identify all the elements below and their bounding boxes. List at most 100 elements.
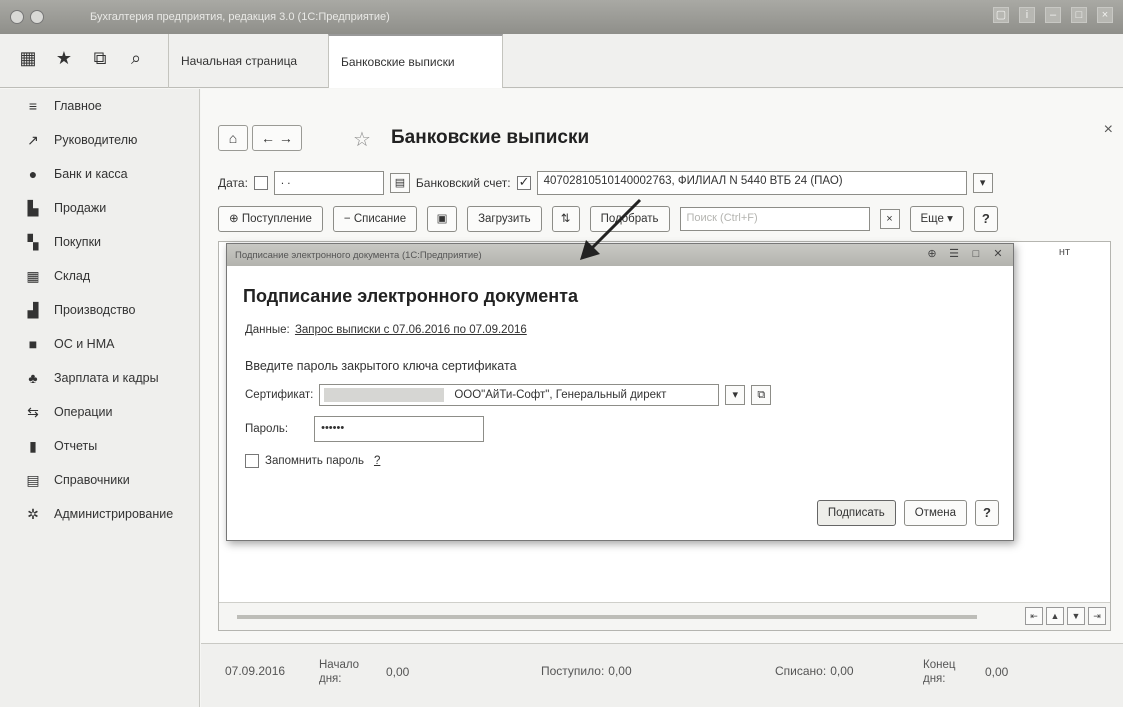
certificate-open-icon[interactable]: ⧉ <box>751 385 772 405</box>
password-prompt: Введите пароль закрытого ключа сертифика… <box>245 359 517 373</box>
sidebar-item[interactable]: ≡ Главное <box>0 89 199 123</box>
sidebar-item[interactable]: ♣ Зарплата и кадры <box>0 361 199 395</box>
sidebar-item-label: Склад <box>54 269 91 283</box>
last-page-icon[interactable]: ⇥ <box>1088 607 1106 625</box>
dialog-link-icon[interactable]: ⊕ <box>925 247 939 261</box>
certificate-value: ООО"АйТи-Софт", Генеральный директ <box>454 389 667 401</box>
apps-grid-icon[interactable]: ▦ <box>18 48 38 69</box>
sidebar-item-label: Справочники <box>54 473 130 487</box>
factory-icon: ▟ <box>27 301 39 318</box>
sidebar-item[interactable]: ● Банк и касса <box>0 157 199 191</box>
sidebar-item[interactable]: ✲ Администрирование <box>0 497 199 531</box>
certificate-field[interactable]: ООО"АйТи-Софт", Генеральный директ <box>319 384 720 406</box>
warehouse-icon: ▦ <box>26 267 40 284</box>
tab-home[interactable]: Начальная страница <box>168 34 328 88</box>
password-label: Пароль: <box>245 423 289 435</box>
certificate-row: Сертификат: ООО"АйТи-Софт", Генеральный … <box>245 384 772 406</box>
application-window: Бухгалтерия предприятия, редакция 3.0 (1… <box>0 0 1123 707</box>
account-checkbox[interactable] <box>516 174 531 190</box>
password-field[interactable]: •••••• <box>314 416 485 442</box>
sidebar-item[interactable]: ▟ Производство <box>0 293 199 327</box>
sidebar-item[interactable]: ■ ОС и НМА <box>0 327 199 361</box>
clear-search-icon[interactable]: × <box>879 209 900 229</box>
copy-icon[interactable]: ▣ <box>427 206 458 232</box>
calendar-icon[interactable]: ▤ <box>389 173 410 193</box>
info-icon[interactable]: i <box>1019 7 1035 23</box>
sidebar-item[interactable]: ▚ Покупки <box>0 225 199 259</box>
sign-button[interactable]: Подписать <box>816 500 896 526</box>
home-button[interactable]: ⌂ <box>218 125 248 151</box>
remember-password-row: Запомнить пароль ? <box>245 454 380 468</box>
operations-icon: ⇆ <box>27 403 39 420</box>
next-page-icon[interactable]: ▼ <box>1067 607 1085 625</box>
sidebar-item[interactable]: ▙ Продажи <box>0 191 199 225</box>
horizontal-scrollbar[interactable] <box>237 615 977 619</box>
close-window-button[interactable]: × <box>1097 7 1113 23</box>
date-checkbox[interactable] <box>253 176 268 190</box>
receipt-button[interactable]: ⊕ Поступление <box>218 206 323 232</box>
account-label: Банковский счет: <box>415 176 511 190</box>
sidebar-item[interactable]: ▤ Справочники <box>0 463 199 497</box>
select-button[interactable]: Подобрать <box>589 206 670 232</box>
cart-icon: ▚ <box>27 233 39 250</box>
favorite-star-icon[interactable]: ☆ <box>353 127 371 152</box>
remember-password-label[interactable]: Запомнить пароль <box>265 455 364 467</box>
star-icon[interactable]: ★ <box>54 48 74 69</box>
income-label: Поступило: <box>541 664 605 678</box>
history-icon[interactable]: ⧉ <box>90 48 110 69</box>
close-form-icon[interactable]: × <box>1104 121 1113 139</box>
dialog-close-icon[interactable]: ✕ <box>991 247 1005 261</box>
certificate-dropdown-icon[interactable]: ▾ <box>725 385 746 405</box>
search-input[interactable]: Поиск (Ctrl+F) <box>679 207 870 231</box>
app-icon-secondary <box>30 10 44 24</box>
dialog-heading: Подписание электронного документа <box>243 286 578 306</box>
maximize-button[interactable]: □ <box>1071 7 1087 23</box>
start-of-day-label: Начало дня: <box>319 659 360 685</box>
sidebar-item[interactable]: ▦ Склад <box>0 259 199 293</box>
more-button[interactable]: Еще ▾ <box>909 206 964 232</box>
footer-date: 07.09.2016 <box>225 664 286 678</box>
outcome-label: Списано: <box>775 664 827 678</box>
dialog-maximize-icon[interactable]: □ <box>969 247 983 261</box>
sidebar-item[interactable]: ⇆ Операции <box>0 395 199 429</box>
search-icon[interactable]: ⌕ <box>126 48 146 69</box>
page-title: Банковские выписки <box>391 127 590 148</box>
quick-access: ▦ ★ ⧉ ⌕ <box>18 48 146 69</box>
date-input[interactable]: . . <box>273 171 384 195</box>
exchange-icon[interactable]: ⇅ <box>551 206 580 232</box>
dialog-help-button[interactable]: ? <box>975 500 999 526</box>
load-button[interactable]: Загрузить <box>467 206 542 232</box>
dialog-buttons: Подписать Отмена ? <box>816 500 999 526</box>
filter-row: Дата: . . ▤ Банковский счет: 40702810510… <box>218 171 993 195</box>
start-of-day-value: 0,00 <box>386 665 410 679</box>
sidebar-item[interactable]: ▮ Отчеты <box>0 429 199 463</box>
remember-help-link[interactable]: ? <box>374 455 380 467</box>
income-value: 0,00 <box>608 664 632 678</box>
minimize-button[interactable]: – <box>1045 7 1061 23</box>
nav-buttons: ⌂ ← → <box>218 125 302 151</box>
cancel-button[interactable]: Отмена <box>903 500 967 526</box>
dialog-title-bar: Подписание электронного документа (1С:Пр… <box>227 244 1013 266</box>
remember-password-checkbox[interactable] <box>245 454 259 468</box>
prev-page-icon[interactable]: ▲ <box>1046 607 1064 625</box>
table-scrollbar-area: ⇤ ▲ ▼ ⇥ <box>219 602 1110 630</box>
outcome-value: 0,00 <box>830 664 854 678</box>
data-link[interactable]: Запрос выписки с 07.06.2016 по 07.09.201… <box>295 324 527 336</box>
sidebar-item-label: Банк и касса <box>54 167 128 181</box>
account-dropdown-icon[interactable]: ▾ <box>972 173 993 193</box>
back-forward-button[interactable]: ← → <box>252 125 302 151</box>
first-page-icon[interactable]: ⇤ <box>1025 607 1043 625</box>
tab-bank-statements[interactable]: Банковские выписки <box>328 34 503 88</box>
writeoff-button[interactable]: − Списание <box>332 206 418 232</box>
date-label: Дата: <box>218 176 248 190</box>
sidebar-item[interactable]: ↗ Руководителю <box>0 123 199 157</box>
app-icon <box>10 10 24 24</box>
end-of-day-label: Конец дня: <box>923 659 956 685</box>
dialog-menu-icon[interactable]: ☰ <box>947 247 961 261</box>
gear-icon: ✲ <box>27 505 39 522</box>
window-grid-icon[interactable]: ▢ <box>993 7 1009 23</box>
title-bar: Бухгалтерия предприятия, редакция 3.0 (1… <box>0 0 1123 34</box>
help-button[interactable]: ? <box>973 206 998 232</box>
sidebar-item-label: Руководителю <box>54 133 138 147</box>
account-input[interactable]: 40702810510140002763, ФИЛИАЛ N 5440 ВТБ … <box>536 171 967 195</box>
